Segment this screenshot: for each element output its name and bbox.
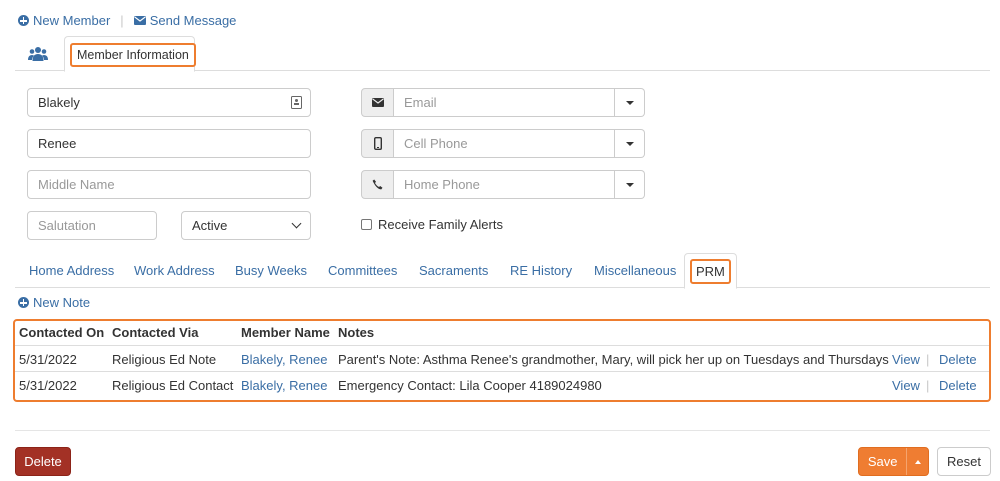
send-message-label: Send Message	[149, 13, 237, 28]
home-phone-placeholder: Home Phone	[404, 177, 480, 192]
divider: |	[120, 13, 124, 28]
family-alerts-checkbox[interactable]	[361, 219, 372, 230]
send-message-link[interactable]: Send Message	[133, 13, 237, 28]
view-link[interactable]: View	[892, 378, 920, 393]
email-field[interactable]: Email	[394, 88, 615, 117]
envelope-icon	[371, 98, 384, 107]
middle-name-field[interactable]: Middle Name	[27, 170, 311, 199]
col-contacted-on: Contacted On	[19, 325, 105, 340]
middle-name-placeholder: Middle Name	[38, 177, 115, 192]
new-note-label: New Note	[33, 295, 91, 310]
cell-phone-group: Cell Phone	[361, 129, 645, 158]
divider: |	[926, 378, 930, 393]
contact-card-icon[interactable]	[291, 96, 302, 109]
salutation-placeholder: Salutation	[38, 218, 96, 233]
table-row: 5/31/2022 Religious Ed Contact Blakely, …	[15, 371, 989, 397]
home-phone-dropdown[interactable]	[615, 170, 645, 199]
main-tab-bar: Member Information	[15, 36, 990, 72]
sub-tab-bar: Home Address Work Address Busy Weeks Com…	[15, 253, 990, 289]
first-name-value: Renee	[38, 136, 77, 151]
divider: |	[926, 352, 930, 367]
save-button[interactable]: Save	[858, 447, 929, 476]
caret-down-icon	[625, 182, 634, 187]
caret-down-icon	[625, 100, 634, 105]
envelope-icon	[133, 16, 146, 25]
new-member-label: New Member	[33, 13, 111, 28]
family-alerts-label[interactable]: Receive Family Alerts	[378, 217, 503, 232]
tab-sacraments[interactable]: Sacraments	[419, 263, 488, 278]
notes-cell: Parent's Note: Asthma Renee's grandmothe…	[338, 352, 889, 367]
delete-button[interactable]: Delete	[15, 447, 71, 476]
email-group: Email	[361, 88, 645, 117]
users-icon	[28, 46, 48, 61]
tab-miscellaneous[interactable]: Miscellaneous	[594, 263, 676, 278]
tab-committees[interactable]: Committees	[328, 263, 397, 278]
email-addon	[361, 88, 394, 117]
home-phone-addon	[361, 170, 394, 199]
salutation-field[interactable]: Salutation	[27, 211, 157, 240]
contacted-via-cell: Religious Ed Contact	[112, 378, 234, 393]
status-value: Active	[192, 218, 228, 233]
delete-link[interactable]: Delete	[939, 352, 977, 367]
save-label: Save	[867, 454, 898, 469]
last-name-field[interactable]: Blakely	[27, 88, 311, 117]
tab-family[interactable]	[15, 36, 61, 71]
home-phone-field[interactable]: Home Phone	[394, 170, 615, 199]
tab-prm[interactable]: PRM	[684, 253, 737, 289]
cell-phone-dropdown[interactable]	[615, 129, 645, 158]
last-name-value: Blakely	[38, 95, 80, 110]
tab-member-information-label: Member Information	[70, 43, 196, 67]
mobile-phone-icon	[373, 137, 382, 150]
phone-icon	[372, 179, 383, 190]
reset-button[interactable]: Reset	[937, 447, 991, 476]
caret-down-icon	[625, 141, 634, 146]
top-actions: New Member | Send Message	[18, 13, 236, 28]
col-contacted-via: Contacted Via	[112, 325, 199, 340]
footer-divider	[15, 430, 990, 431]
view-link[interactable]: View	[892, 352, 920, 367]
table-row: 5/31/2022 Religious Ed Note Blakely, Ren…	[15, 345, 989, 371]
plus-circle-icon	[18, 297, 29, 308]
member-name-link[interactable]: Blakely, Renee	[241, 378, 327, 393]
home-phone-group: Home Phone	[361, 170, 645, 199]
tab-home-address[interactable]: Home Address	[29, 263, 114, 278]
family-alerts-row: Receive Family Alerts	[361, 217, 503, 232]
email-type-dropdown[interactable]	[615, 88, 645, 117]
delete-link[interactable]: Delete	[939, 378, 977, 393]
first-name-field[interactable]: Renee	[27, 129, 311, 158]
plus-circle-icon	[18, 15, 29, 26]
cell-phone-addon	[361, 129, 394, 158]
email-placeholder: Email	[404, 95, 437, 110]
tab-busy-weeks[interactable]: Busy Weeks	[235, 263, 307, 278]
save-options-toggle[interactable]	[906, 448, 928, 475]
prm-table: Contacted On Contacted Via Member Name N…	[13, 319, 991, 402]
tab-work-address[interactable]: Work Address	[134, 263, 215, 278]
col-notes: Notes	[338, 325, 375, 340]
cell-phone-field[interactable]: Cell Phone	[394, 129, 615, 158]
new-note-link[interactable]: New Note	[18, 295, 90, 310]
tab-member-information[interactable]: Member Information	[64, 36, 196, 72]
notes-cell: Emergency Contact: Lila Cooper 418902498…	[338, 378, 602, 393]
chevron-down-icon	[291, 218, 302, 229]
contacted-on-cell: 5/31/2022	[19, 352, 77, 367]
cell-phone-placeholder: Cell Phone	[404, 136, 468, 151]
caret-up-icon	[914, 459, 921, 464]
tab-prm-label: PRM	[690, 259, 731, 284]
status-select[interactable]: Active	[181, 211, 311, 240]
col-member-name: Member Name	[241, 325, 330, 340]
contacted-on-cell: 5/31/2022	[19, 378, 77, 393]
tab-re-history[interactable]: RE History	[510, 263, 572, 278]
contacted-via-cell: Religious Ed Note	[112, 352, 217, 367]
new-member-link[interactable]: New Member	[18, 13, 110, 28]
member-name-link[interactable]: Blakely, Renee	[241, 352, 327, 367]
